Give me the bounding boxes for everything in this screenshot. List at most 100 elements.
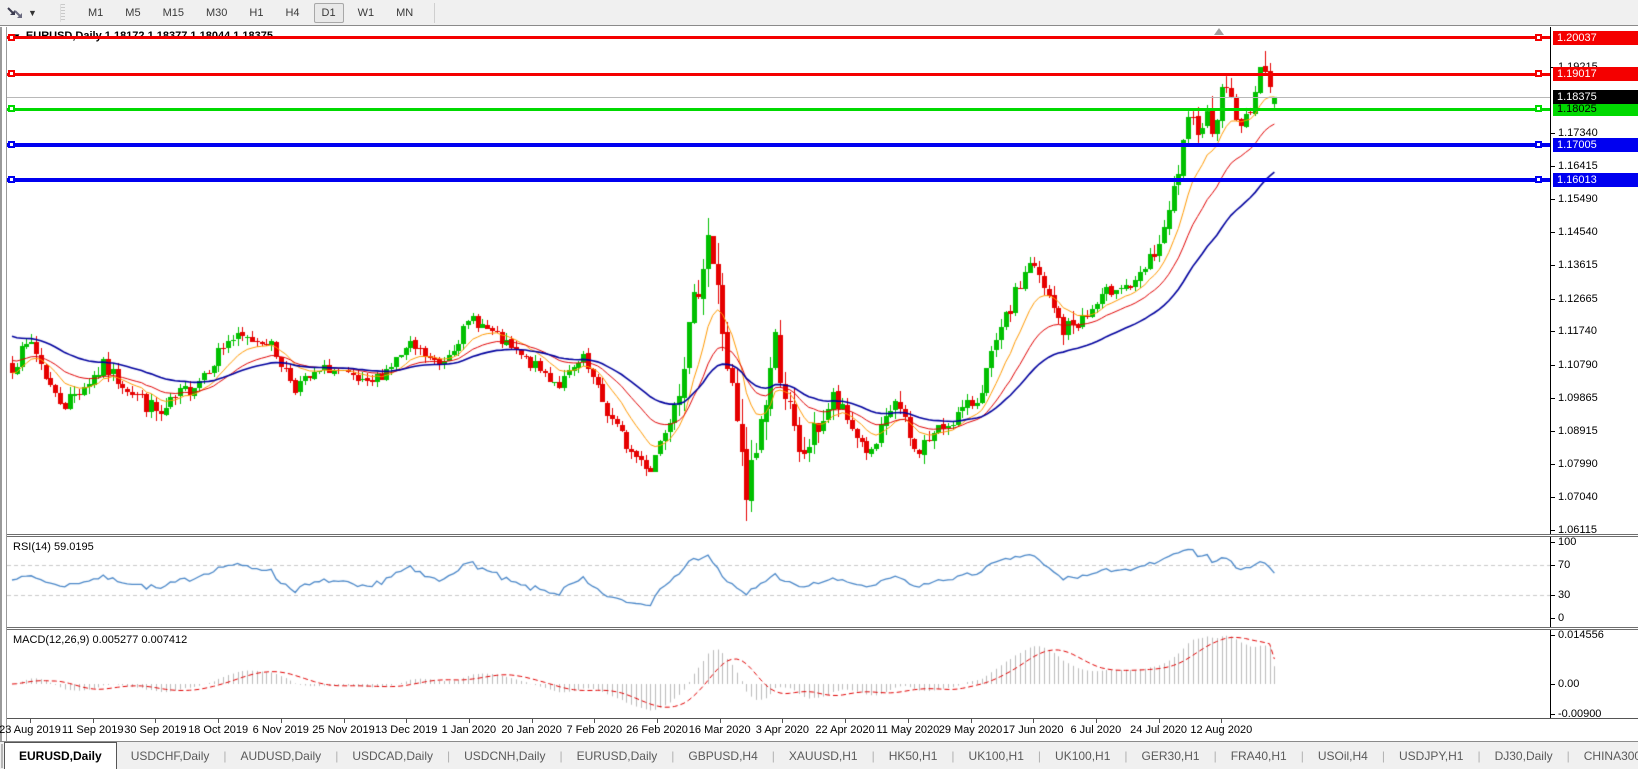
hline-handle-right[interactable]	[1535, 176, 1542, 183]
chart-tab-hk50-h1[interactable]: HK50,H1	[875, 742, 952, 769]
hline-level-1.19017[interactable]	[7, 73, 1550, 76]
price-chart-panel: ▼EURUSD,Daily 1.18172 1.18377 1.18044 1.…	[7, 27, 1638, 534]
chart-tab-usdcad-daily[interactable]: USDCAD,Daily	[338, 742, 447, 769]
hline-handle-right[interactable]	[1535, 70, 1542, 77]
top-toolbar: ▼ M1 M5 M15 M30 H1 H4 D1 W1MN	[0, 0, 1638, 25]
hline-handle-right[interactable]	[1535, 34, 1542, 41]
price-tick-mark	[1551, 497, 1555, 498]
chart-tab-uk100-h1[interactable]: UK100,H1	[1041, 742, 1124, 769]
price-tick-mark	[1551, 464, 1555, 465]
macd-panel: MACD(12,26,9) 0.005277 0.007412 0.014556…	[7, 630, 1638, 718]
price-tick-label: 1.08915	[1558, 425, 1598, 437]
chart-tab-usdchf-daily[interactable]: USDCHF,Daily	[117, 742, 224, 769]
hline-handle-right[interactable]	[1535, 141, 1542, 148]
toolbar-drag-grip[interactable]	[60, 4, 65, 22]
rsi-axis[interactable]: 10070300	[1550, 537, 1638, 627]
date-tick-label: 29 May 2020	[939, 724, 1003, 736]
hline-handle-left[interactable]	[8, 141, 15, 148]
chart-tools-icon[interactable]	[2, 3, 28, 23]
hline-level-1.17005[interactable]	[7, 143, 1550, 147]
chart-window: ▼EURUSD,Daily 1.18172 1.18377 1.18044 1.…	[0, 25, 1638, 741]
date-tick-mark	[93, 719, 94, 723]
timeframes-toolbar: M1 M5 M15 M30 H1 H4 D1 W1MN	[77, 0, 424, 25]
chart-tab-usoil-h4[interactable]: USOil,H4	[1304, 742, 1382, 769]
chart-tab-eurusd-daily[interactable]: EURUSD,Daily	[563, 742, 672, 769]
price-chart-canvas[interactable]	[7, 27, 1550, 534]
date-tick-label: 23 Aug 2019	[0, 724, 61, 736]
date-tick-label: 18 Oct 2019	[188, 724, 248, 736]
timeframe-button-d1[interactable]: D1	[314, 3, 344, 23]
macd-tick-label: 0.00	[1558, 678, 1579, 690]
hline-level-1.16013[interactable]	[7, 178, 1550, 182]
macd-canvas[interactable]	[7, 630, 1550, 718]
price-tick-label: 1.13615	[1558, 259, 1598, 271]
price-tick-mark	[1551, 530, 1555, 531]
hline-level-1.18025[interactable]	[7, 108, 1550, 111]
date-tick-mark	[1159, 719, 1160, 723]
date-tick-mark	[532, 719, 533, 723]
chart-tab-audusd-daily[interactable]: AUDUSD,Daily	[227, 742, 336, 769]
macd-axis[interactable]: 0.0145560.00-0.00900	[1550, 630, 1638, 718]
timeframe-button-m1[interactable]: M1	[80, 3, 111, 23]
rsi-tick-mark	[1551, 618, 1555, 619]
date-tick-label: 22 Apr 2020	[815, 724, 874, 736]
tab-bar-grip[interactable]	[1, 744, 3, 768]
date-tick-mark	[657, 719, 658, 723]
date-tick-label: 12 Aug 2020	[1190, 724, 1252, 736]
price-axis[interactable]: 1.192151.173401.164151.154901.145401.136…	[1550, 27, 1638, 534]
rsi-tick-label: 0	[1558, 612, 1564, 624]
chart-tab-xauusd-h1[interactable]: XAUUSD,H1	[775, 742, 872, 769]
date-tick-label: 3 Apr 2020	[756, 724, 809, 736]
date-tick-mark	[1033, 719, 1034, 723]
chart-tab-ger30-h1[interactable]: GER30,H1	[1128, 742, 1214, 769]
price-tick-mark	[1551, 431, 1555, 432]
chart-tab-uk100-h1[interactable]: UK100,H1	[955, 742, 1038, 769]
price-level-badge: 1.16013	[1553, 173, 1638, 187]
price-tick-label: 1.14540	[1558, 226, 1598, 238]
price-tick-mark	[1551, 265, 1555, 266]
chart-tab-usdcnh-daily[interactable]: USDCNH,Daily	[450, 742, 559, 769]
date-tick-mark	[908, 719, 909, 723]
chart-tab-dj30-daily[interactable]: DJ30,Daily	[1481, 742, 1567, 769]
price-tick-mark	[1551, 398, 1555, 399]
date-tick-mark	[971, 719, 972, 723]
hline-level-1.20037[interactable]	[7, 36, 1550, 39]
price-tick-mark	[1551, 133, 1555, 134]
date-tick-mark	[720, 719, 721, 723]
chart-tab-eurusd-daily[interactable]: EURUSD,Daily	[4, 742, 117, 769]
date-axis[interactable]: 23 Aug 201911 Sep 201930 Sep 201918 Oct …	[7, 718, 1638, 741]
chart-shift-marker[interactable]	[1214, 28, 1224, 35]
timeframe-button-h4[interactable]: H4	[277, 3, 307, 23]
date-tick-mark	[218, 719, 219, 723]
price-tick-label: 1.11740	[1558, 325, 1597, 337]
hline-handle-left[interactable]	[8, 105, 15, 112]
hline-handle-right[interactable]	[1535, 105, 1542, 112]
tabs-holder: EURUSD,DailyUSDCHF,Daily|AUDUSD,Daily|US…	[4, 742, 1638, 769]
chart-tab-usdjpy-h1[interactable]: USDJPY,H1	[1385, 742, 1477, 769]
price-tick-label: 1.09865	[1558, 392, 1598, 404]
timeframe-button-mn[interactable]: MN	[388, 3, 421, 23]
rsi-canvas[interactable]	[7, 537, 1550, 627]
date-tick-mark	[30, 719, 31, 723]
chart-tab-fra40-h1[interactable]: FRA40,H1	[1217, 742, 1301, 769]
price-tick-label: 1.16415	[1558, 160, 1598, 172]
hline-handle-left[interactable]	[8, 176, 15, 183]
timeframe-button-m5[interactable]: M5	[117, 3, 148, 23]
hline-handle-left[interactable]	[8, 70, 15, 77]
chart-tab-china300-h1[interactable]: CHINA300,H1	[1570, 742, 1638, 769]
macd-tick-mark	[1551, 635, 1555, 636]
date-tick-mark	[344, 719, 345, 723]
timeframe-button-m15[interactable]: M15	[155, 3, 192, 23]
chart-tools-dropdown-caret[interactable]: ▼	[28, 8, 42, 18]
date-tick-mark	[782, 719, 783, 723]
timeframe-button-h1[interactable]: H1	[241, 3, 271, 23]
date-tick-mark	[155, 719, 156, 723]
date-tick-label: 1 Jan 2020	[442, 724, 496, 736]
date-tick-mark	[845, 719, 846, 723]
price-tick-label: 1.06115	[1558, 524, 1597, 534]
chart-tab-gbpusd-h4[interactable]: GBPUSD,H4	[674, 742, 771, 769]
timeframe-button-w1[interactable]: W1	[350, 3, 383, 23]
date-tick-label: 26 Feb 2020	[626, 724, 688, 736]
timeframe-button-m30[interactable]: M30	[198, 3, 235, 23]
hline-handle-left[interactable]	[8, 34, 15, 41]
